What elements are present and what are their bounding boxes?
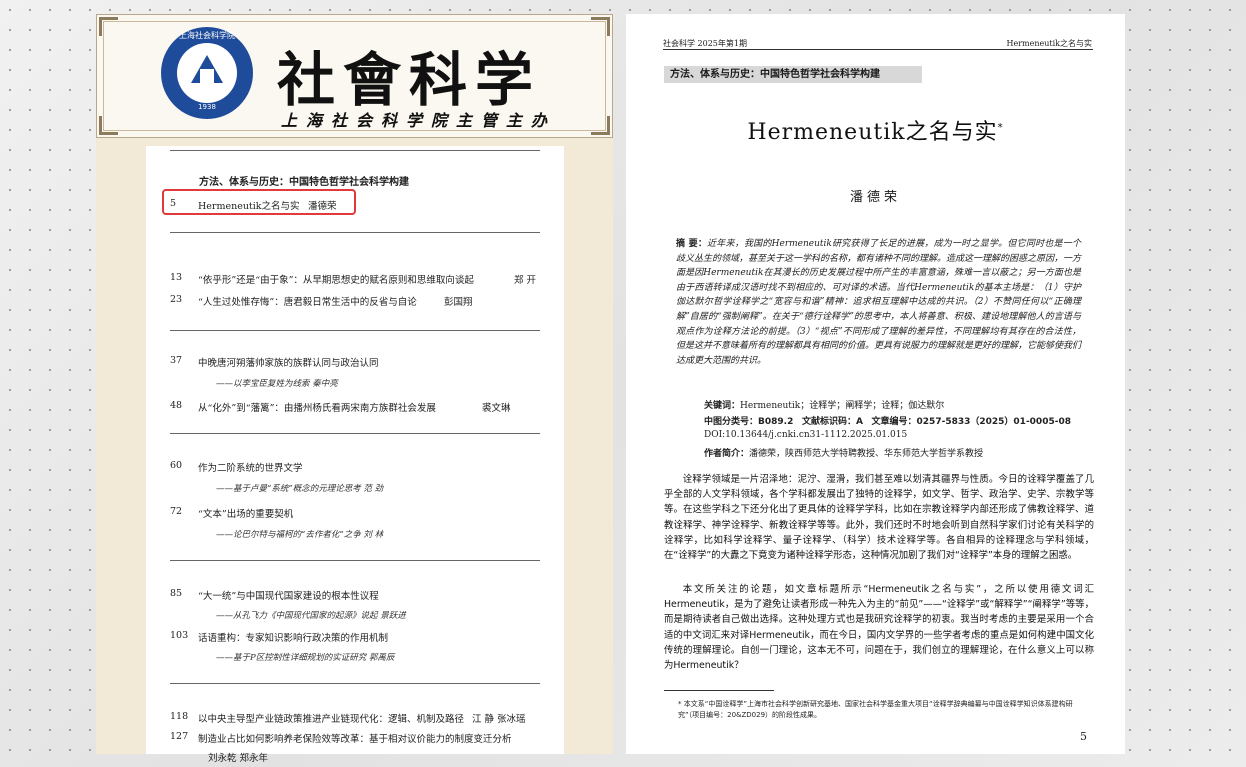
artno-label: 文章编号：	[871, 417, 917, 427]
banner-corner-ornament	[591, 116, 610, 135]
banner-corner-ornament	[99, 116, 118, 135]
article-footnote: * 本文系“中国诠释学”上海市社会科学创新研究基地、国家社会科学基金重大项目“诠…	[678, 700, 1073, 719]
toc-entry-title[interactable]: 以中央主导型产业链政策推进产业链现代化：逻辑、机制及路径	[198, 711, 464, 725]
toc-entry-title[interactable]: “依乎形”还是“由于象”：从早期思想史的赋名原则和思维取向谈起	[198, 272, 474, 286]
toc-entry-title[interactable]: 中晚唐河朔藩帅家族的族群认同与政治认同	[198, 355, 379, 369]
article-body-paragraph-1: 诠释学领域是一片沼泽地：泥泞、湿滑，我们甚至难以划清其疆界与性质。今日的诠释学覆…	[664, 472, 1094, 563]
toc-entry-author: 刘永乾 郑永年	[208, 753, 269, 764]
paragraph-text: 本文所关注的论题，如文章标题所示“Hermeneutik之名与实”，之所以使用德…	[664, 584, 1094, 672]
toc-entry-author: 彭国翔	[444, 297, 473, 308]
toc-entry-author: 裘文琳	[482, 403, 511, 414]
journal-banner: 上海社会科学院 1938 社會科学 上海社会科学院主管主办	[96, 14, 613, 138]
toc-entry-subtitle: ——基于P区控制性详细规划的实证研究 郭禹辰	[216, 653, 395, 663]
toc-page-number: 127	[170, 731, 189, 742]
toc-page-number: 13	[170, 272, 183, 283]
toc-divider	[170, 330, 540, 331]
toc-divider	[170, 433, 540, 434]
toc-page-number: 118	[170, 711, 189, 722]
article-abstract: 摘 要：近年来，我国的Hermeneutik研究获得了长足的进展，成为一时之显学…	[676, 237, 1081, 368]
toc-entry-subtitle: ——基于卢曼“系统”概念的元理论思考 范 劲	[216, 484, 384, 494]
toc-divider	[170, 683, 540, 684]
article-section-label: 方法、体系与历史：中国特色哲学社会科学构建	[664, 66, 922, 83]
toc-page-number: 37	[170, 355, 183, 366]
banner-corner-ornament	[591, 17, 610, 36]
logo-year: 1938	[198, 103, 216, 111]
doccode-value: A	[855, 417, 863, 427]
toc-page-number: 85	[170, 588, 183, 599]
toc-page-number: 72	[170, 506, 183, 517]
page-number: 5	[1080, 730, 1087, 743]
running-head-left: 社会科学 2025年第1期	[663, 39, 747, 48]
toc-entry-subtitle: ——从孔飞力《中国现代国家的起源》说起 景跃进	[216, 611, 406, 621]
bio-text: 潘德荣，陕西师范大学特聘教授、华东师范大学哲学系教授	[749, 449, 984, 459]
toc-page-number: 48	[170, 400, 183, 411]
abstract-label: 摘 要：	[676, 239, 708, 249]
toc-entry-title[interactable]: 从“化外”到“藩篱”：由播州杨氏看两宋南方族群社会发展	[198, 400, 436, 414]
article-body-paragraph-2: 本文所关注的论题，如文章标题所示“Hermeneutik之名与实”，之所以使用德…	[664, 582, 1094, 673]
keywords-text: Hermeneutik；诠释学；阐释学；诠释；伽达默尔	[740, 401, 945, 411]
toc-entry-subtitle: ——论巴尔特与福柯的“去作者化”之争 刘 林	[216, 530, 384, 540]
paragraph-text: 诠释学领域是一片沼泽地：泥泞、湿滑，我们甚至难以划清其疆界与性质。今日的诠释学覆…	[664, 474, 1094, 562]
clc-value: B089.2	[758, 417, 794, 427]
toc-entry-title[interactable]: 话语重构：专家知识影响行政决策的作用机制	[198, 630, 388, 644]
footnote-rule	[664, 690, 774, 691]
toc-entry-author: 江 静 张冰瑶	[472, 714, 526, 725]
toc-divider	[170, 560, 540, 561]
logo-text-top: 上海社会科学院	[179, 31, 235, 40]
toc-entry-author: 郑 开	[514, 275, 537, 286]
running-head-right: Hermeneutik之名与实	[1006, 39, 1092, 48]
article-title-text: Hermeneutik之名与实	[747, 120, 998, 145]
journal-subtitle: 上海社会科学院主管主办	[281, 111, 557, 130]
running-head-rule	[663, 49, 1093, 50]
keywords-label: 关键词：	[704, 401, 741, 411]
toc-entry-title[interactable]: “文本”出场的重要契机	[198, 506, 293, 520]
toc-entry-title[interactable]: “人生过处惟存悔”：唐君毅日常生活中的反省与自论	[198, 294, 417, 308]
doccode-label: 文献标识码：	[801, 417, 856, 427]
toc-divider	[170, 232, 540, 233]
left-page-contents: 上海社会科学院 1938 社會科学 上海社会科学院主管主办 方法、体系与历史：中…	[96, 14, 613, 764]
article-title-footnote-mark: *	[997, 122, 1004, 134]
abstract-text: 近年来，我国的Hermeneutik研究获得了长足的进展，成为一时之显学。但它同…	[676, 239, 1082, 366]
toc-entry-title[interactable]: 作为二阶系统的世界文学	[198, 460, 303, 474]
bio-label: 作者简介：	[704, 449, 750, 459]
toc-entry-title[interactable]: “大一统”与中国现代国家建设的根本性议程	[198, 588, 379, 602]
author-bio-line: 作者简介：潘德荣，陕西师范大学特聘教授、华东师范大学哲学系教授	[704, 446, 983, 459]
article-first-page: 社会科学 2025年第1期 Hermeneutik之名与实 方法、体系与历史：中…	[626, 14, 1125, 754]
artno-value: 0257-5833（2025）01-0005-08	[916, 417, 1071, 427]
toc-page-number: 60	[170, 460, 183, 471]
highlight-box	[162, 189, 356, 215]
journal-masthead: 社會科学	[277, 46, 542, 114]
classification-line: 中图分类号：B089.2 文献标识码：A 文章编号：0257-5833（2025…	[704, 414, 1071, 427]
banner-corner-ornament	[99, 17, 118, 36]
toc-page-number: 23	[170, 294, 183, 305]
clc-label: 中图分类号：	[704, 417, 759, 427]
toc-section-title: 方法、体系与历史：中国特色哲学社会科学构建	[199, 177, 409, 188]
table-of-contents: 方法、体系与历史：中国特色哲学社会科学构建 5 Hermeneutik之名与实 …	[146, 146, 564, 764]
toc-page-number: 103	[170, 630, 189, 641]
academy-logo: 上海社会科学院 1938	[161, 27, 253, 119]
article-author: 潘德荣	[849, 190, 901, 205]
keywords-line: 关键词：Hermeneutik；诠释学；阐释学；诠释；伽达默尔	[704, 398, 944, 411]
doi-line: DOI:10.13644/j.cnki.cn31-1112.2025.01.01…	[704, 430, 908, 440]
article-title: Hermeneutik之名与实*	[626, 114, 1125, 146]
toc-divider	[170, 150, 540, 151]
toc-entry-title[interactable]: 制造业占比如何影响养老保险效等改革：基于相对议价能力的制度变迁分析	[198, 731, 512, 745]
toc-entry-subtitle: ——以李宝臣复姓为线索 秦中亮	[216, 379, 338, 389]
logo-inner-mark	[200, 69, 214, 83]
